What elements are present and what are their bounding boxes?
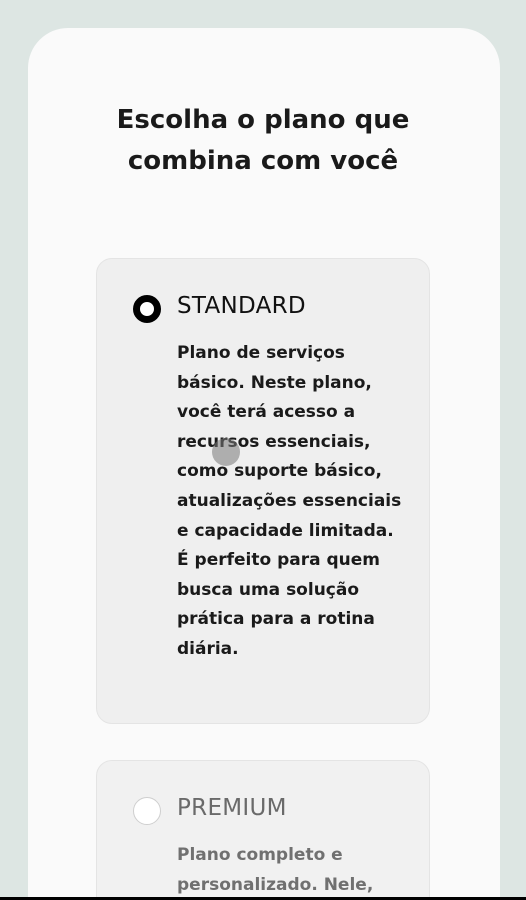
page-title: Escolha o plano que combina com você	[0, 100, 526, 182]
plan-description-standard: Plano de serviços básico. Neste plano, v…	[177, 343, 402, 659]
plan-option-standard[interactable]: STANDARD Plano de serviços básico. Neste…	[96, 258, 430, 724]
radio-button-standard-selected[interactable]	[133, 295, 161, 323]
plan-option-premium[interactable]: PREMIUM Plano completo e personalizado. …	[96, 760, 430, 900]
touch-cursor-indicator	[212, 438, 240, 466]
radio-button-premium[interactable]	[133, 797, 161, 825]
plan-description-premium: Plano completo e personalizado. Nele,	[177, 845, 374, 895]
plan-name-premium: PREMIUM	[177, 795, 287, 821]
page-title-line-2: combina com você	[127, 146, 399, 176]
page-title-line-1: Escolha o plano que	[116, 105, 410, 135]
screen: Escolha o plano que combina com você STA…	[0, 0, 526, 900]
plan-name-standard: STANDARD	[177, 293, 306, 319]
